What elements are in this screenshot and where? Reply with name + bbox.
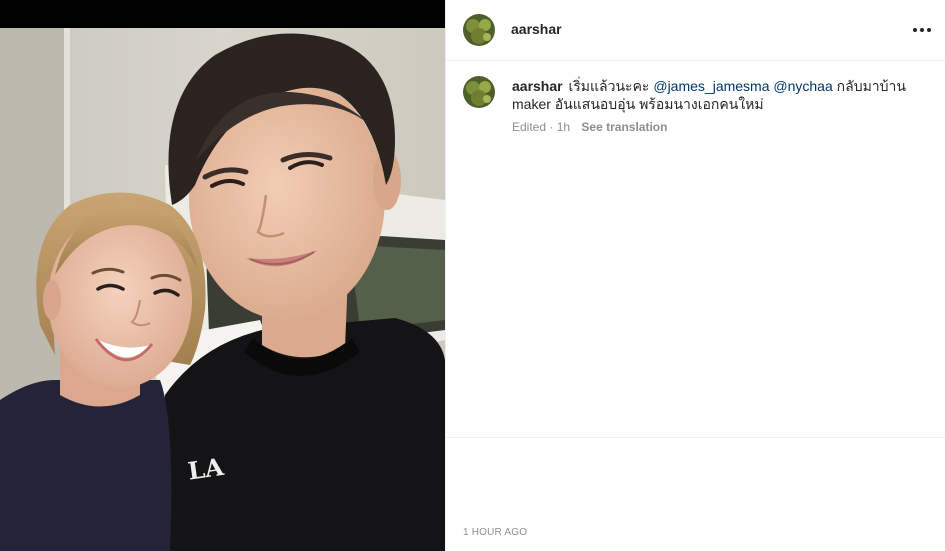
caption-age[interactable]: 1h [557,120,570,134]
caption-text-start: เริ่มแล้วนะคะ [568,78,650,94]
divider [446,437,945,438]
caption-meta: Edited · 1h See translation [512,120,667,134]
shirt-logo: LA [186,452,226,486]
more-horizontal-icon [927,28,931,32]
mention-nychaa[interactable]: @nychaa [773,78,832,94]
post-author-username[interactable]: aarshar [511,21,562,37]
post-timestamp[interactable]: 1 HOUR AGO [463,527,527,538]
caption-text: aarshar เริ่มแล้วนะคะ @james_jamesma @ny… [512,77,927,113]
avatar-image [463,14,495,46]
more-horizontal-icon [920,28,924,32]
post-photo-image: LA [0,0,445,551]
post-photo[interactable]: LA [0,0,445,551]
edited-label: Edited [512,120,547,134]
post-header: aarshar [446,0,945,61]
mention-james-jamesma[interactable]: @james_jamesma [653,78,769,94]
more-horizontal-icon [913,28,917,32]
more-options-button[interactable] [908,16,936,44]
caption-avatar[interactable] [463,76,495,108]
see-translation-button[interactable]: See translation [581,120,667,134]
meta-separator: · [549,120,554,134]
avatar-image [463,76,495,108]
avatar[interactable] [463,14,495,46]
caption-username[interactable]: aarshar [512,78,563,94]
post-side-panel: aarshar aarshar เริ่มแล้วนะคะ @james_jam… [445,0,945,551]
